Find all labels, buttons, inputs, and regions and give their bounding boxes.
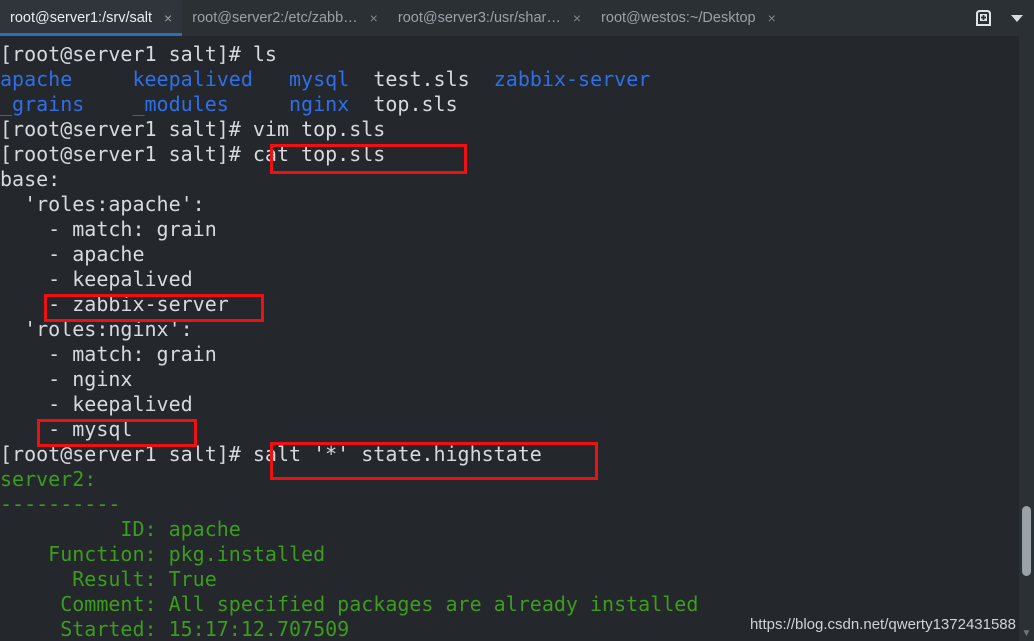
terminal-screen[interactable]: [root@server1 salt]# ls apache keepalive… — [0, 36, 1034, 641]
terminal-line: - match: grain — [0, 217, 217, 241]
new-tab-button[interactable] — [966, 0, 1000, 36]
terminal-line-highstate-command: [root@server1 salt]# salt '*' state.high… — [0, 442, 542, 466]
watermark-text: https://blog.csdn.net/qwerty1372431588 — [749, 616, 1016, 633]
tab-bar-spacer — [786, 0, 966, 36]
terminal-line-zabbix-server: - zabbix-server — [0, 292, 229, 316]
terminal-line: - match: grain — [0, 342, 217, 366]
tab-close-icon[interactable]: × — [160, 11, 176, 25]
tab-close-icon[interactable]: × — [366, 11, 382, 25]
tab-close-icon[interactable]: × — [569, 11, 585, 25]
tab-root-server2[interactable]: root@server2:/etc/zabb… × — [182, 0, 388, 36]
tab-bar: root@server1:/srv/salt × root@server2:/e… — [0, 0, 1034, 36]
chevron-down-icon — [1011, 14, 1023, 22]
tab-label: root@server2:/etc/zabb… — [192, 10, 358, 26]
dir-nginx: nginx — [289, 92, 350, 116]
file-test-sls: test.sls — [373, 67, 470, 91]
dir-zabbix-server: zabbix-server — [493, 67, 651, 91]
terminal-line: - nginx — [0, 367, 133, 391]
file-top-sls: top.sls — [373, 92, 458, 116]
dir-mysql: mysql — [289, 67, 350, 91]
tab-root-westos[interactable]: root@westos:~/Desktop × — [591, 0, 786, 36]
terminal-line: [root@server1 salt]# ls — [0, 42, 277, 66]
terminal-line: - apache — [0, 242, 145, 266]
tab-menu-button[interactable] — [1000, 0, 1034, 36]
terminal-output-line: Started: 15:17:12.707509 — [0, 617, 350, 641]
tab-label: root@server1:/srv/salt — [10, 10, 153, 26]
terminal-output-line: Function: pkg.installed — [0, 542, 326, 566]
dir-modules: _modules — [132, 92, 229, 116]
terminal-output-line: ---------- — [0, 492, 121, 516]
terminal-line: - keepalived — [0, 267, 193, 291]
tab-root-server3[interactable]: root@server3:/usr/shar… × — [388, 0, 591, 36]
scrollbar-thumb[interactable] — [1022, 506, 1031, 576]
terminal-line: base: — [0, 167, 61, 191]
tab-root-server1[interactable]: root@server1:/srv/salt × — [0, 0, 183, 36]
terminal-output-line: Result: True — [0, 567, 217, 591]
terminal-line: 'roles:apache': — [0, 192, 205, 216]
scrollbar[interactable]: ▼ — [1019, 36, 1034, 641]
tab-label: root@westos:~/Desktop — [601, 10, 756, 26]
terminal-line-cat-command: [root@server1 salt]# cat top.sls — [0, 142, 386, 166]
terminal-window: root@server1:/srv/salt × root@server2:/e… — [0, 0, 1034, 641]
terminal-line: - keepalived — [0, 392, 193, 416]
terminal-line: [root@server1 salt]# vim top.sls — [0, 117, 386, 141]
terminal-output-line: Comment: All specified packages are alre… — [0, 592, 699, 616]
scroll-down-arrow-icon[interactable]: ▼ — [1021, 628, 1032, 639]
terminal-output-line: server2: — [0, 467, 97, 491]
dir-apache: apache — [0, 67, 73, 91]
terminal-output-line: ID: apache — [0, 517, 241, 541]
tab-close-icon[interactable]: × — [764, 11, 780, 25]
terminal-line: 'roles:nginx': — [0, 317, 193, 341]
terminal-line: _grains _modules nginx top.sls — [0, 92, 458, 117]
terminal-line: apache keepalived mysql test.sls zabbix-… — [0, 67, 650, 92]
tab-label: root@server3:/usr/shar… — [397, 10, 561, 26]
dir-keepalived: keepalived — [132, 67, 253, 91]
dir-grains: _grains — [0, 92, 85, 116]
terminal-line-mysql: - mysql — [0, 417, 133, 441]
new-tab-icon — [975, 9, 991, 26]
